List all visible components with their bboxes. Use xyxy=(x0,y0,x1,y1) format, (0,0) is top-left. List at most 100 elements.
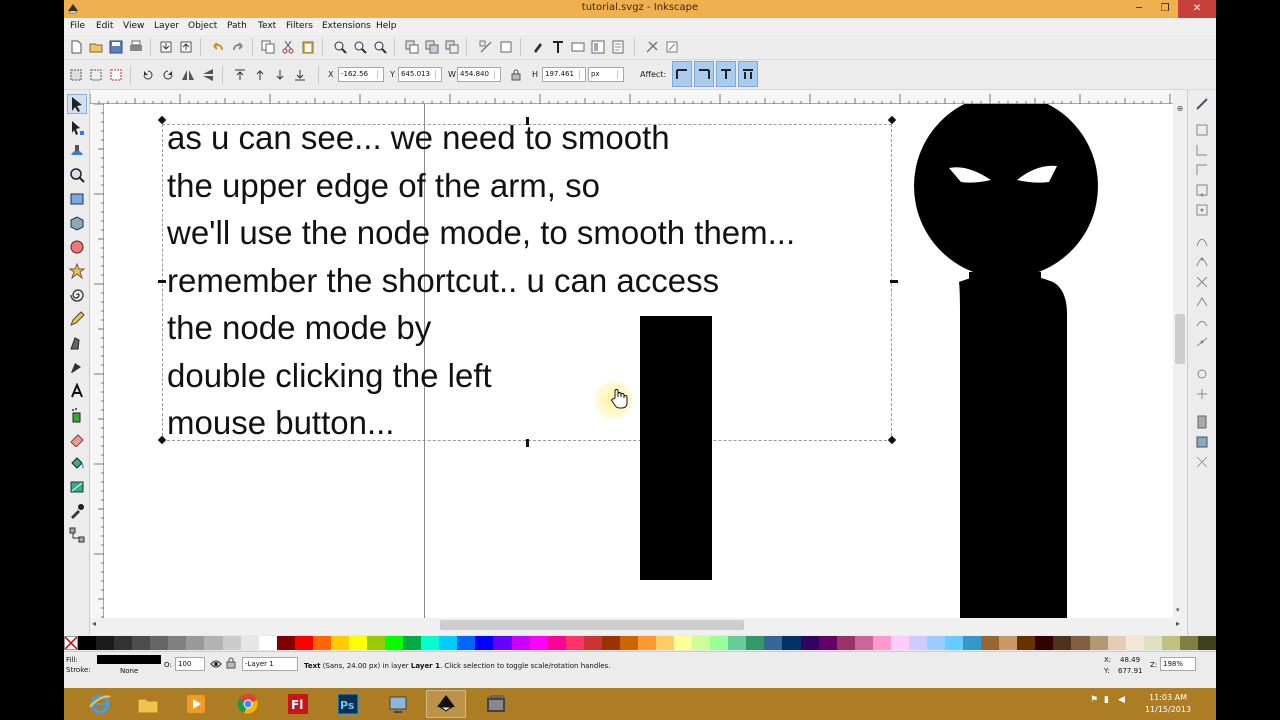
rotate-cw-icon[interactable] xyxy=(160,67,176,83)
select-all-icon[interactable] xyxy=(68,67,84,83)
scale-stroke-toggle[interactable] xyxy=(672,61,692,87)
menu-filters[interactable]: Filters xyxy=(286,21,313,31)
opacity-field[interactable]: 100 xyxy=(175,657,205,671)
raise-icon[interactable] xyxy=(252,67,268,83)
paint-bucket-tool-icon[interactable] xyxy=(67,453,87,473)
color-swatch[interactable] xyxy=(240,636,259,650)
snap-bbox-edge-icon[interactable] xyxy=(1194,142,1210,158)
move-gradients-toggle[interactable] xyxy=(716,61,736,87)
canvas-text-line-3[interactable]: we'll use the node mode, to smooth them.… xyxy=(167,214,795,252)
tweak-tool-icon[interactable] xyxy=(67,141,87,161)
file-explorer-icon[interactable] xyxy=(128,690,168,718)
color-swatch[interactable] xyxy=(367,636,386,650)
connector-tool-icon[interactable] xyxy=(67,525,87,545)
color-swatch[interactable] xyxy=(439,636,458,650)
canvas-text-line-7[interactable]: mouse button... xyxy=(167,404,394,442)
print-icon[interactable] xyxy=(128,39,144,55)
color-swatch[interactable] xyxy=(656,636,675,650)
lower-to-bottom-icon[interactable] xyxy=(292,67,308,83)
deselect-icon[interactable] xyxy=(108,67,124,83)
menu-path[interactable]: Path xyxy=(227,21,247,31)
menu-text[interactable]: Text xyxy=(258,21,276,31)
chrome-icon[interactable] xyxy=(228,690,268,718)
color-swatch[interactable] xyxy=(674,636,693,650)
color-swatch[interactable] xyxy=(150,636,169,650)
calligraphy-tool-icon[interactable] xyxy=(67,357,87,377)
color-swatch[interactable] xyxy=(1107,636,1126,650)
canvas-text-line-2[interactable]: the upper edge of the arm, so xyxy=(167,167,600,205)
dropper-tool-icon[interactable] xyxy=(67,501,87,521)
flash-icon[interactable]: Fl xyxy=(278,690,318,718)
snap-cusp-nodes-icon[interactable] xyxy=(1194,294,1210,310)
snap-bbox-icon[interactable] xyxy=(1194,122,1210,138)
scale-handle-right[interactable] xyxy=(890,280,898,283)
color-swatch[interactable] xyxy=(963,636,982,650)
redo-icon[interactable] xyxy=(230,39,246,55)
spray-tool-icon[interactable] xyxy=(67,405,87,425)
color-swatch[interactable] xyxy=(746,636,765,650)
color-swatch[interactable] xyxy=(78,636,97,650)
clone-icon[interactable] xyxy=(424,39,440,55)
raise-to-top-icon[interactable] xyxy=(232,67,248,83)
save-icon[interactable] xyxy=(108,39,124,55)
color-swatch[interactable] xyxy=(421,636,440,650)
color-swatch[interactable] xyxy=(222,636,241,650)
color-swatch[interactable] xyxy=(1071,636,1090,650)
3d-box-tool-icon[interactable] xyxy=(67,213,87,233)
color-swatch[interactable] xyxy=(890,636,909,650)
color-swatch[interactable] xyxy=(511,636,530,650)
color-swatch[interactable] xyxy=(692,636,711,650)
color-swatch[interactable] xyxy=(999,636,1018,650)
pencil-tool-icon[interactable] xyxy=(67,309,87,329)
color-swatch[interactable] xyxy=(565,636,584,650)
color-swatch[interactable] xyxy=(547,636,566,650)
minimize-button[interactable]: ─ xyxy=(1126,0,1152,18)
canvas-text-line-5[interactable]: the node mode by xyxy=(167,309,431,347)
color-swatch[interactable] xyxy=(981,636,1000,650)
color-swatch[interactable] xyxy=(1089,636,1108,650)
unlink-clone-icon[interactable] xyxy=(444,39,460,55)
canvas-text-line-1[interactable]: as u can see... we need to smooth xyxy=(167,119,670,157)
document-properties-icon[interactable] xyxy=(610,39,626,55)
lock-icon[interactable] xyxy=(508,67,524,83)
tray-flag-icon[interactable]: ⚑ xyxy=(1090,695,1098,705)
color-swatch[interactable] xyxy=(348,636,367,650)
vertical-scroll-thumb[interactable] xyxy=(1175,314,1185,364)
gradient-tool-icon[interactable] xyxy=(67,477,87,497)
snap-rotation-center-icon[interactable] xyxy=(1194,386,1210,402)
zoom-field[interactable]: 198% xyxy=(1160,657,1196,671)
spiral-tool-icon[interactable] xyxy=(67,285,87,305)
color-swatch[interactable] xyxy=(1035,636,1054,650)
scale-handle-top-right[interactable] xyxy=(887,115,897,125)
color-swatch[interactable] xyxy=(1197,636,1216,650)
scale-handle-left[interactable] xyxy=(158,280,166,283)
zoom-page-icon[interactable] xyxy=(372,39,388,55)
text-font-icon[interactable] xyxy=(550,39,566,55)
snap-grids-icon[interactable] xyxy=(1194,434,1210,450)
stroke-value[interactable]: None xyxy=(120,667,138,675)
color-swatch[interactable] xyxy=(330,636,349,650)
open-folder-icon[interactable] xyxy=(88,39,104,55)
snap-page-border-icon[interactable] xyxy=(1194,414,1210,430)
color-swatch[interactable] xyxy=(764,636,783,650)
eraser-tool-icon[interactable] xyxy=(67,429,87,449)
horizontal-scroll-thumb[interactable] xyxy=(440,620,744,630)
snap-intersections-icon[interactable] xyxy=(1194,274,1210,290)
color-swatch[interactable] xyxy=(926,636,945,650)
color-swatch[interactable] xyxy=(276,636,295,650)
preferences-icon[interactable] xyxy=(644,39,660,55)
vertical-ruler[interactable] xyxy=(90,104,104,618)
snap-nodes-icon[interactable] xyxy=(1194,234,1210,250)
snap-bbox-center-icon[interactable] xyxy=(1194,202,1210,218)
snap-midpoints-icon[interactable] xyxy=(1194,334,1210,350)
zoom-corner-icon[interactable]: ⊕ xyxy=(1174,104,1186,116)
color-swatch[interactable] xyxy=(186,636,205,650)
star-tool-icon[interactable] xyxy=(67,261,87,281)
horizontal-scrollbar[interactable]: ◂ ▸ xyxy=(90,618,1187,632)
eye-icon[interactable] xyxy=(210,658,222,670)
app-icon[interactable] xyxy=(378,690,418,718)
color-swatch[interactable] xyxy=(854,636,873,650)
fill-stroke-icon[interactable] xyxy=(530,39,546,55)
arm-rectangle[interactable] xyxy=(640,316,712,580)
color-swatch[interactable] xyxy=(908,636,927,650)
